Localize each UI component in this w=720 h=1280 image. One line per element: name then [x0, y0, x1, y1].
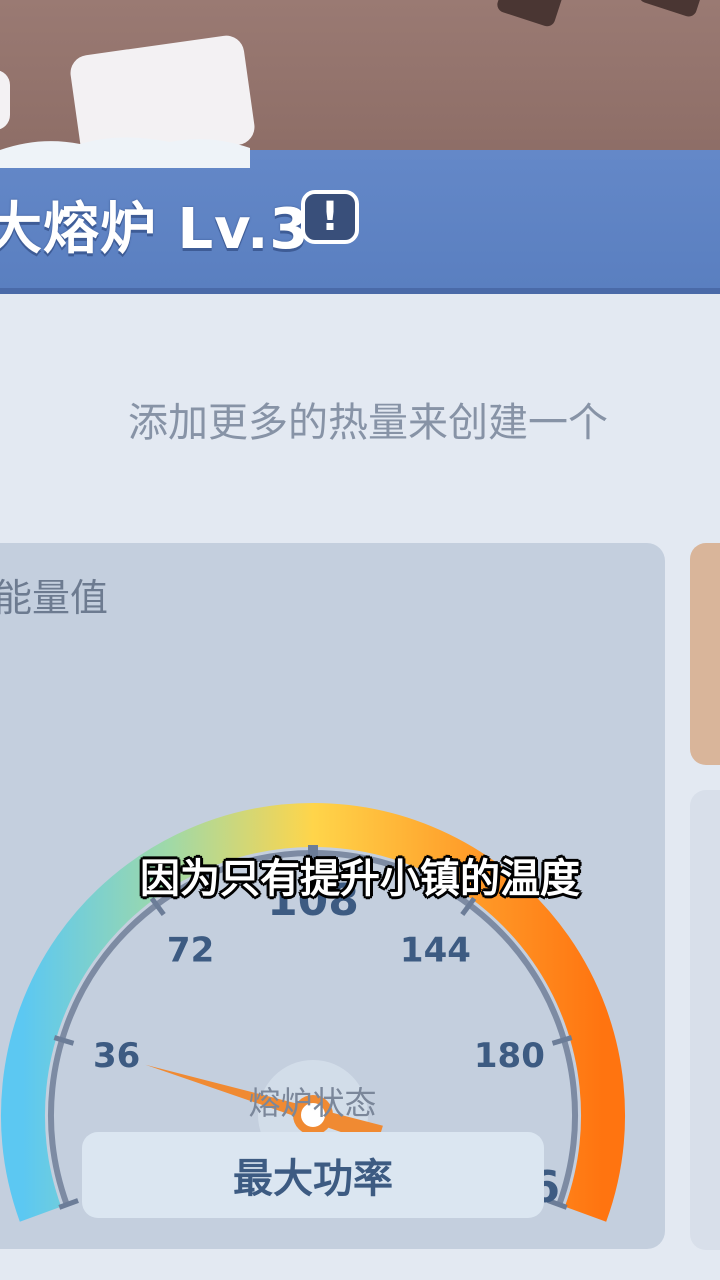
furnace-window: 大熔炉 Lv.3 ! 添加更多的热量来创建一个 能量值 03672108144: [0, 137, 720, 1280]
snow-decoration: [0, 137, 250, 168]
page-title: 大熔炉 Lv.3: [0, 184, 309, 265]
status-box: 最大功率: [82, 1132, 544, 1218]
info-button[interactable]: !: [301, 190, 359, 244]
level-text: Lv.3: [177, 197, 310, 262]
video-subtitle: 因为只有提升小镇的温度: [140, 856, 580, 902]
gauge-tick-label: 72: [167, 931, 214, 971]
gauge-tick: [551, 1035, 573, 1046]
title-bar: 大熔炉 Lv.3 !: [0, 137, 720, 294]
side-card[interactable]: [690, 543, 720, 765]
title-text: 大熔炉: [0, 197, 157, 262]
gauge-tick-label: 180: [474, 1036, 545, 1076]
background-object: [495, 0, 565, 29]
gauge-tick: [53, 1035, 75, 1046]
gauge-tick-label: 144: [400, 931, 471, 971]
gauge-tick: [58, 1198, 79, 1210]
status-label: 熔炉状态: [248, 1084, 377, 1122]
background-object: [636, 0, 704, 19]
snow-rock: [0, 70, 10, 130]
status-value: 最大功率: [233, 1156, 393, 1202]
gauge-tick-label: 36: [93, 1036, 140, 1076]
exclamation-icon: !: [320, 194, 340, 240]
description-text: 添加更多的热量来创建一个: [128, 400, 608, 446]
